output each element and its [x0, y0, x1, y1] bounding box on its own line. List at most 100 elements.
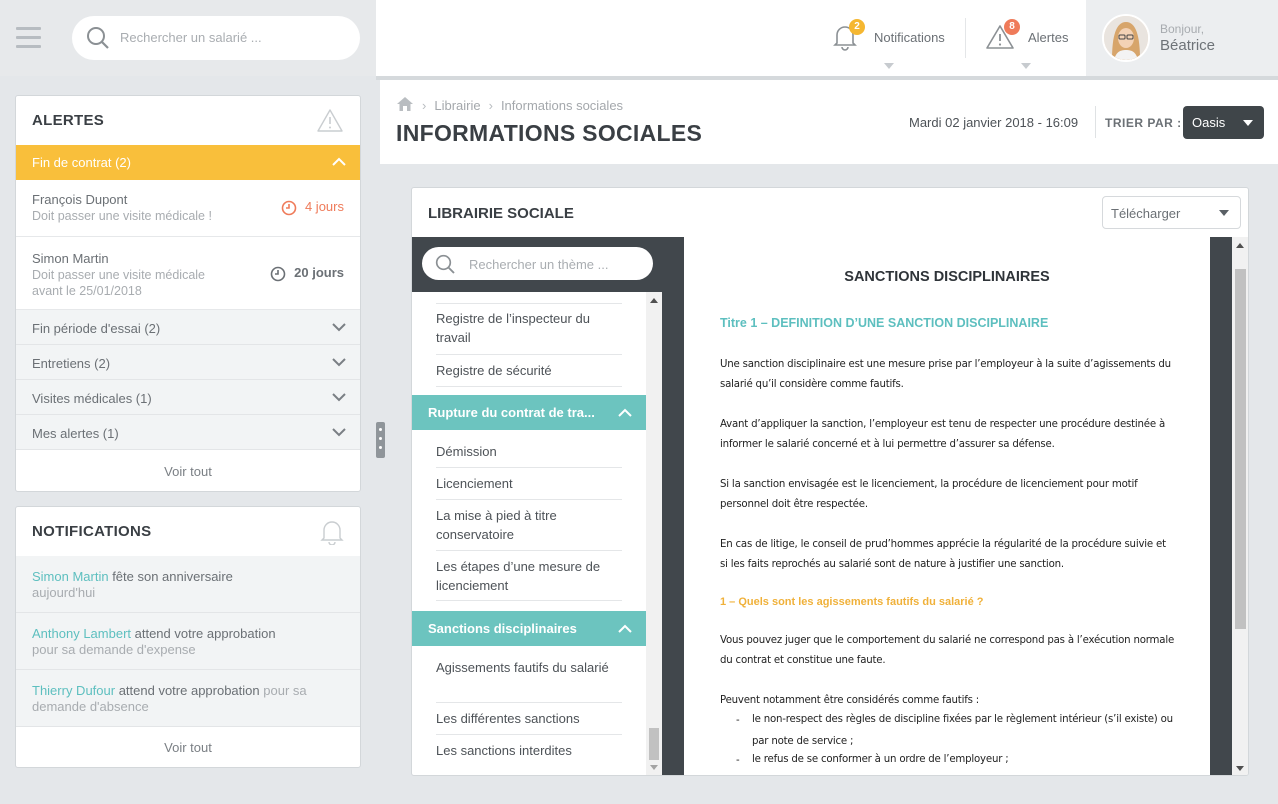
alerts-panel: ALERTES Fin de contrat (2) François Dupo…	[15, 95, 361, 492]
scroll-up-icon[interactable]	[650, 298, 658, 303]
theme-search-bar: Rechercher un thème ...	[412, 237, 662, 292]
notification-person-link[interactable]: Thierry Dufour	[32, 683, 115, 698]
alert-days-value: 20 jours	[294, 265, 344, 280]
menu-icon[interactable]	[16, 27, 41, 49]
scrollbar-thumb[interactable]	[649, 728, 659, 760]
scroll-up-icon[interactable]	[1236, 243, 1244, 248]
notification-item[interactable]: Anthony Lambert attend votre approbation…	[16, 613, 360, 670]
avatar[interactable]	[1102, 14, 1150, 62]
theme-item[interactable]: Démission	[436, 442, 622, 468]
alert-group-label: Fin période d'essai (2)	[32, 321, 161, 336]
document-paragraph: Vous pouvez juger que le comportement du…	[720, 635, 1175, 666]
notification-detail: pour sa demande d'expense	[32, 642, 196, 657]
theme-item[interactable]: Agissements fautifs du salarié	[436, 658, 622, 703]
user-greeting: Bonjour,	[1160, 22, 1205, 36]
library-title: LIBRAIRIE SOCIALE	[428, 205, 574, 222]
chevron-down-icon[interactable]	[332, 428, 346, 437]
notifications-caret-icon	[884, 63, 894, 69]
theme-item[interactable]: Les différentes sanctions	[436, 709, 622, 735]
home-icon[interactable]	[396, 96, 414, 112]
theme-group-rupture[interactable]: Rupture du contrat de tra...	[412, 395, 646, 430]
page-title: INFORMATIONS SOCIALES	[396, 120, 703, 146]
document-bullet: le refus de se conformer à un ordre de l…	[752, 754, 1009, 765]
warning-icon	[317, 109, 343, 132]
alert-group-fin-contrat[interactable]: Fin de contrat (2)	[16, 145, 360, 180]
search-placeholder: Rechercher un salarié ...	[120, 30, 262, 45]
notification-item[interactable]: Thierry Dufour attend votre approbation …	[16, 670, 360, 727]
chevron-up-icon[interactable]	[618, 624, 632, 633]
user-menu[interactable]: Bonjour, Béatrice	[1086, 0, 1278, 76]
alerts-see-all-link[interactable]: Voir tout	[16, 464, 360, 479]
theme-item[interactable]: La mise à pied à titre conservatoire	[436, 506, 622, 551]
sidebar-resize-handle[interactable]	[376, 422, 385, 458]
user-name: Béatrice	[1160, 37, 1216, 54]
alert-item[interactable]: François Dupont Doit passer une visite m…	[16, 180, 360, 237]
caret-down-icon	[1219, 210, 1229, 216]
document-paragraph: Peuvent notamment être considérés comme …	[720, 695, 979, 706]
sort-select[interactable]: Oasis	[1183, 106, 1264, 139]
alerts-label: Alertes	[1028, 30, 1069, 45]
theme-search-input[interactable]: Rechercher un thème ...	[422, 247, 653, 280]
notification-text: attend votre approbation	[131, 626, 276, 641]
chevron-up-icon[interactable]	[332, 157, 346, 166]
scroll-down-icon[interactable]	[1236, 766, 1244, 771]
download-select-value: Télécharger	[1111, 206, 1181, 221]
bullet-marker: -	[736, 755, 740, 766]
divider	[965, 18, 966, 58]
theme-item[interactable]: Les sanctions interdites	[436, 741, 622, 767]
search-icon	[435, 254, 455, 274]
chevron-up-icon[interactable]	[618, 408, 632, 417]
notifications-badge: 2	[849, 19, 865, 35]
theme-group-label: Sanctions disciplinaires	[428, 621, 577, 636]
notifications-see-all-link[interactable]: Voir tout	[16, 740, 360, 755]
sort-select-value: Oasis	[1192, 115, 1226, 130]
alert-group-label: Visites médicales (1)	[32, 391, 152, 406]
breadcrumb-librairie[interactable]: Librairie	[434, 98, 480, 113]
alert-group-label: Mes alertes (1)	[32, 426, 119, 441]
chevron-down-icon[interactable]	[332, 393, 346, 402]
theme-item-partial[interactable]	[436, 292, 622, 304]
notifications-menu[interactable]: 2 Notifications	[832, 18, 952, 69]
theme-item[interactable]: Registre de l’inspecteur du travail	[436, 309, 622, 355]
alert-group-mes-alertes[interactable]: Mes alertes (1)	[16, 415, 360, 450]
theme-item[interactable]: Licenciement	[436, 474, 622, 500]
download-select[interactable]: Télécharger	[1102, 196, 1241, 229]
scrollbar-thumb[interactable]	[1235, 269, 1246, 629]
theme-group-sanctions[interactable]: Sanctions disciplinaires	[412, 611, 646, 646]
chevron-down-icon[interactable]	[332, 358, 346, 367]
alerts-menu[interactable]: 8 Alertes	[985, 18, 1080, 69]
alerts-panel-title: ALERTES	[32, 112, 105, 129]
alert-group-entretiens[interactable]: Entretiens (2)	[16, 345, 360, 380]
alert-description: Doit passer une visite médicale avant le…	[32, 268, 205, 298]
library-card: LIBRAIRIE SOCIALE Télécharger Rechercher…	[411, 187, 1249, 776]
alert-days: 20 jours	[270, 265, 344, 282]
document-heading: Titre 1 – DEFINITION D’UNE SANCTION DISC…	[720, 316, 1049, 330]
bell-icon	[320, 521, 344, 545]
top-bar-left: Rechercher un salarié ...	[0, 0, 376, 76]
notification-person-link[interactable]: Anthony Lambert	[32, 626, 131, 641]
caret-down-icon	[1243, 120, 1253, 126]
breadcrumb: › Librairie › Informations sociales	[396, 96, 623, 113]
notification-item[interactable]: Simon Martin fête son anniversaire aujou…	[16, 556, 360, 613]
alert-group-periode-essai[interactable]: Fin période d'essai (2)	[16, 310, 360, 345]
employee-search-input[interactable]: Rechercher un salarié ...	[72, 16, 360, 60]
theme-search-placeholder: Rechercher un thème ...	[469, 257, 609, 272]
document-paragraph: Avant d’appliquer la sanction, l’employe…	[720, 419, 1166, 450]
breadcrumb-separator: ›	[422, 98, 427, 113]
clock-icon	[270, 266, 286, 281]
document-scrollbar[interactable]	[1232, 237, 1248, 775]
search-icon	[87, 27, 109, 49]
alert-group-visites-medicales[interactable]: Visites médicales (1)	[16, 380, 360, 415]
theme-item[interactable]: Registre de sécurité	[436, 361, 622, 387]
chevron-down-icon[interactable]	[332, 323, 346, 332]
document-page: SANCTIONS DISCIPLINAIRES Titre 1 – DEFIN…	[684, 237, 1210, 775]
theme-item[interactable]: Les étapes d’une mesure de licenciement	[436, 557, 622, 601]
breadcrumb-separator: ›	[488, 98, 493, 113]
alert-employee-name: François Dupont	[32, 192, 128, 207]
notification-person-link[interactable]: Simon Martin	[32, 569, 109, 584]
notifications-panel-title: NOTIFICATIONS	[32, 523, 152, 540]
notifications-panel: NOTIFICATIONS Simon Martin fête son anni…	[15, 506, 361, 768]
theme-list-scrollbar[interactable]	[646, 292, 662, 775]
alert-item[interactable]: Simon Martin Doit passer une visite médi…	[16, 237, 360, 310]
scroll-down-icon[interactable]	[650, 765, 658, 770]
